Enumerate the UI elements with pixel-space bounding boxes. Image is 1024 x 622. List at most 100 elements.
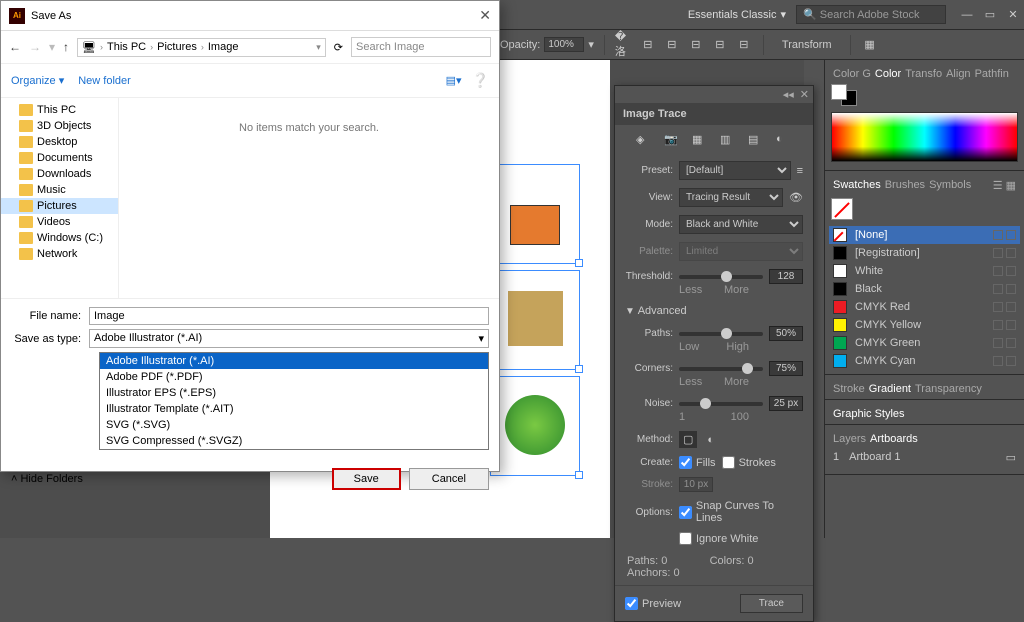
help-icon[interactable]: ❔ bbox=[472, 72, 489, 89]
preset-3color-icon[interactable]: ▥ bbox=[720, 133, 736, 149]
fill-stroke-indicator[interactable] bbox=[831, 84, 1018, 106]
snap-checkbox[interactable]: Snap Curves To Lines bbox=[679, 500, 803, 524]
noise-slider[interactable] bbox=[679, 402, 763, 406]
tab-transform[interactable]: Transfo bbox=[905, 68, 942, 80]
mode-select[interactable]: Black and White bbox=[679, 215, 803, 234]
tree-node[interactable]: 3D Objects bbox=[1, 118, 118, 134]
align-center-h-icon[interactable]: ⊟ bbox=[639, 36, 657, 54]
tab-swatches[interactable]: Swatches bbox=[833, 179, 881, 192]
nav-recent-icon[interactable]: ▾ bbox=[49, 40, 55, 54]
new-folder-button[interactable]: New folder bbox=[78, 75, 131, 87]
fills-checkbox[interactable]: Fills bbox=[679, 456, 716, 469]
folder-tree[interactable]: This PC3D ObjectsDesktopDocumentsDownloa… bbox=[1, 98, 119, 298]
align-center-v-icon[interactable]: ⊟ bbox=[711, 36, 729, 54]
hide-folders-toggle[interactable]: ˄ Hide Folders bbox=[11, 473, 83, 485]
noise-value[interactable]: 25 px bbox=[769, 396, 803, 411]
organize-menu[interactable]: Organize ▾ bbox=[11, 74, 64, 87]
menu-icon[interactable]: ≡ bbox=[797, 165, 803, 177]
method-abutting-icon[interactable]: ▢ bbox=[679, 431, 697, 448]
tree-node[interactable]: This PC bbox=[1, 102, 118, 118]
folder-search-input[interactable]: Search Image bbox=[351, 37, 491, 57]
cancel-button[interactable]: Cancel bbox=[409, 468, 489, 490]
tree-node[interactable]: Videos bbox=[1, 214, 118, 230]
preset-photo-lo-icon[interactable]: ▦ bbox=[692, 133, 708, 149]
tree-node[interactable]: Pictures bbox=[1, 198, 118, 214]
align-bottom-icon[interactable]: ⊟ bbox=[735, 36, 753, 54]
transform-link[interactable]: Transform bbox=[774, 37, 840, 53]
selected-object[interactable] bbox=[490, 376, 580, 476]
panel-close-icon[interactable]: ✕ bbox=[800, 88, 809, 101]
tab-color[interactable]: Color bbox=[875, 68, 901, 80]
paths-value[interactable]: 50% bbox=[769, 326, 803, 341]
paths-slider[interactable] bbox=[679, 332, 763, 336]
isolate-icon[interactable]: ▦ bbox=[861, 36, 879, 54]
view-options-icon[interactable]: ▤▾ bbox=[446, 74, 462, 87]
savetype-option[interactable]: Adobe PDF (*.PDF) bbox=[100, 369, 488, 385]
tree-node[interactable]: Windows (C:) bbox=[1, 230, 118, 246]
align-right-icon[interactable]: ⊟ bbox=[663, 36, 681, 54]
tree-node[interactable]: Desktop bbox=[1, 134, 118, 150]
doc-maximize-icon[interactable]: ▭ bbox=[979, 5, 1001, 25]
tree-node[interactable]: Network bbox=[1, 246, 118, 262]
advanced-toggle[interactable]: ▼ Advanced bbox=[615, 300, 813, 322]
tab-align[interactable]: Align bbox=[946, 68, 970, 80]
workspace-switcher[interactable]: Essentials Classic▾ bbox=[688, 8, 786, 21]
eye-icon[interactable]: 👁 bbox=[789, 191, 803, 204]
savetype-option[interactable]: Adobe Illustrator (*.AI) bbox=[100, 353, 488, 369]
opacity-input[interactable] bbox=[544, 37, 584, 52]
tree-node[interactable]: Downloads bbox=[1, 166, 118, 182]
preset-select[interactable]: [Default] bbox=[679, 161, 791, 180]
refresh-icon[interactable]: ⟳ bbox=[334, 41, 343, 54]
swatch-item[interactable]: [None] bbox=[829, 226, 1020, 244]
swatch-item[interactable]: CMYK Red bbox=[829, 298, 1020, 316]
swatch-item[interactable]: [Registration] bbox=[829, 244, 1020, 262]
tab-stroke[interactable]: Stroke bbox=[833, 383, 865, 395]
preset-photo-hi-icon[interactable]: 📷 bbox=[664, 133, 680, 149]
grid-view-icon[interactable]: ▦ bbox=[1006, 179, 1016, 192]
tab-graphic-styles[interactable]: Graphic Styles bbox=[833, 408, 905, 420]
preset-auto-icon[interactable]: ◈ bbox=[636, 133, 652, 149]
savetype-select[interactable]: Adobe Illustrator (*.AI)▾ bbox=[89, 329, 489, 348]
list-view-icon[interactable]: ☰ bbox=[993, 179, 1003, 192]
strokes-checkbox[interactable]: Strokes bbox=[722, 456, 776, 469]
swatch-item[interactable]: Black bbox=[829, 280, 1020, 298]
corners-value[interactable]: 75% bbox=[769, 361, 803, 376]
swatch-item[interactable]: CMYK Yellow bbox=[829, 316, 1020, 334]
swatch-item[interactable]: White bbox=[829, 262, 1020, 280]
tab-colorguide[interactable]: Color G bbox=[833, 68, 871, 80]
tree-node[interactable]: Music bbox=[1, 182, 118, 198]
savetype-option[interactable]: Illustrator Template (*.AIT) bbox=[100, 401, 488, 417]
ignore-white-checkbox[interactable]: Ignore White bbox=[679, 532, 758, 545]
artboard-options-icon[interactable]: ▭ bbox=[1006, 451, 1016, 464]
savetype-option[interactable]: SVG (*.SVG) bbox=[100, 417, 488, 433]
preset-bw-icon[interactable]: ◐ bbox=[776, 133, 792, 149]
tab-layers[interactable]: Layers bbox=[833, 433, 866, 445]
tab-brushes[interactable]: Brushes bbox=[885, 179, 925, 192]
stock-search-input[interactable]: 🔍 Search Adobe Stock bbox=[796, 5, 946, 24]
swatch-item[interactable]: CMYK Green bbox=[829, 334, 1020, 352]
address-bar[interactable]: 🖥› This PC› Pictures› Image ▾ bbox=[77, 38, 326, 57]
trace-button[interactable]: Trace bbox=[740, 594, 803, 613]
tab-symbols[interactable]: Symbols bbox=[929, 179, 971, 192]
tab-artboards[interactable]: Artboards bbox=[870, 433, 918, 445]
threshold-slider[interactable] bbox=[679, 275, 763, 279]
save-button[interactable]: Save bbox=[332, 468, 401, 490]
method-overlap-icon[interactable]: ◐ bbox=[703, 432, 718, 448]
tab-gradient[interactable]: Gradient bbox=[869, 383, 911, 395]
swatch-item[interactable]: CMYK Cyan bbox=[829, 352, 1020, 370]
panel-collapse-icon[interactable]: ◂◂ bbox=[783, 88, 794, 101]
threshold-value[interactable]: 128 bbox=[769, 269, 803, 284]
swatch-none[interactable] bbox=[831, 198, 1018, 220]
tab-pathfinder[interactable]: Pathfin bbox=[975, 68, 1009, 80]
color-spectrum[interactable] bbox=[831, 112, 1018, 162]
corners-slider[interactable] bbox=[679, 367, 763, 371]
align-left-icon[interactable]: �洛 bbox=[615, 36, 633, 54]
selected-object[interactable] bbox=[490, 270, 580, 370]
selected-object[interactable] bbox=[490, 164, 580, 264]
nav-up-icon[interactable]: ↑ bbox=[63, 40, 69, 54]
filename-input[interactable] bbox=[89, 307, 489, 325]
savetype-option[interactable]: Illustrator EPS (*.EPS) bbox=[100, 385, 488, 401]
nav-back-icon[interactable]: ← bbox=[9, 40, 21, 54]
preview-checkbox[interactable]: Preview bbox=[625, 597, 681, 610]
artboard-row[interactable]: 1 Artboard 1 ▭ bbox=[829, 445, 1020, 470]
